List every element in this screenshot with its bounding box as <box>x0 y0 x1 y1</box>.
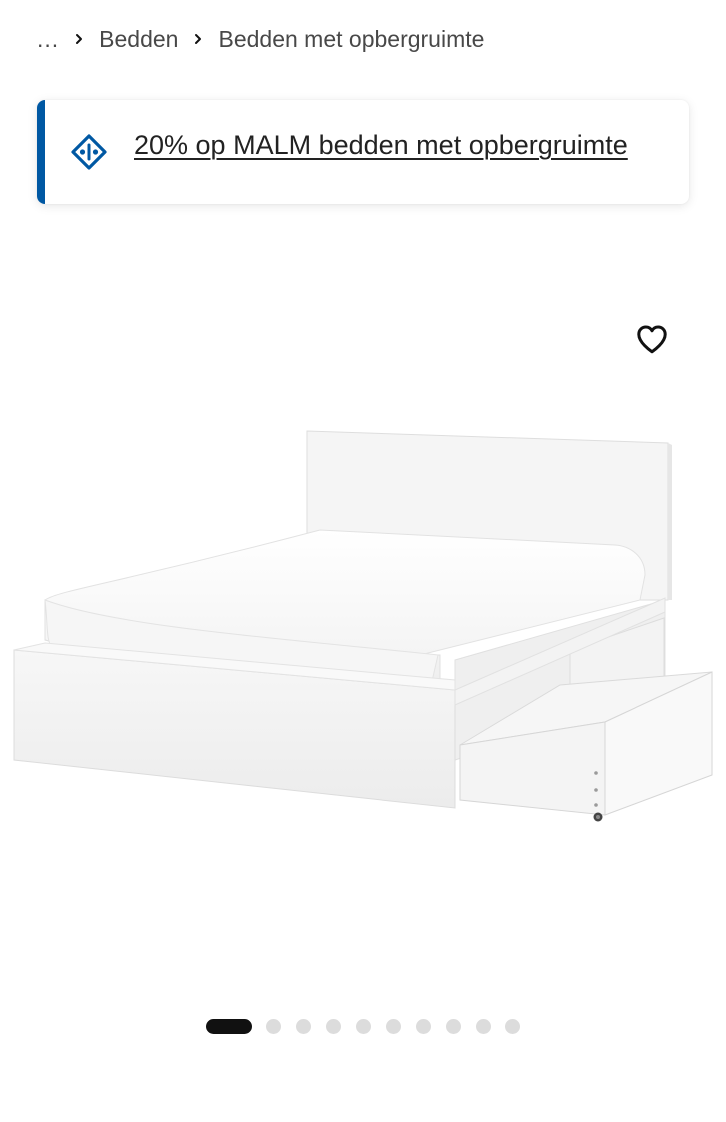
carousel-dot[interactable] <box>356 1019 371 1034</box>
carousel-dot-active[interactable] <box>206 1019 252 1034</box>
promo-link[interactable]: 20% op MALM bedden met opbergruimte <box>134 130 628 161</box>
carousel-dot[interactable] <box>326 1019 341 1034</box>
favorite-button[interactable] <box>631 318 673 360</box>
breadcrumb-item-bedden-met-opbergruimte[interactable]: Bedden met opbergruimte <box>218 26 484 53</box>
promo-banner[interactable]: 20% op MALM bedden met opbergruimte <box>37 100 689 204</box>
promo-accent-bar <box>37 100 45 204</box>
heart-icon <box>634 321 670 357</box>
product-page: ... Bedden Bedden met opbergruimte 20% o… <box>0 0 726 1122</box>
carousel-dot[interactable] <box>296 1019 311 1034</box>
carousel-dot[interactable] <box>505 1019 520 1034</box>
product-image[interactable] <box>0 400 726 860</box>
breadcrumb: ... Bedden Bedden met opbergruimte <box>37 22 484 56</box>
breadcrumb-item-bedden[interactable]: Bedden <box>99 26 178 53</box>
chevron-right-icon <box>178 33 218 45</box>
carousel-dot[interactable] <box>386 1019 401 1034</box>
carousel-dot[interactable] <box>446 1019 461 1034</box>
carousel-dot[interactable] <box>416 1019 431 1034</box>
image-carousel-indicator <box>0 1016 726 1038</box>
carousel-dot[interactable] <box>266 1019 281 1034</box>
breadcrumb-item-more[interactable]: ... <box>37 26 59 53</box>
carousel-dot[interactable] <box>476 1019 491 1034</box>
price-tag-icon <box>69 133 109 173</box>
bed-illustration <box>13 430 713 822</box>
chevron-right-icon <box>59 33 99 45</box>
